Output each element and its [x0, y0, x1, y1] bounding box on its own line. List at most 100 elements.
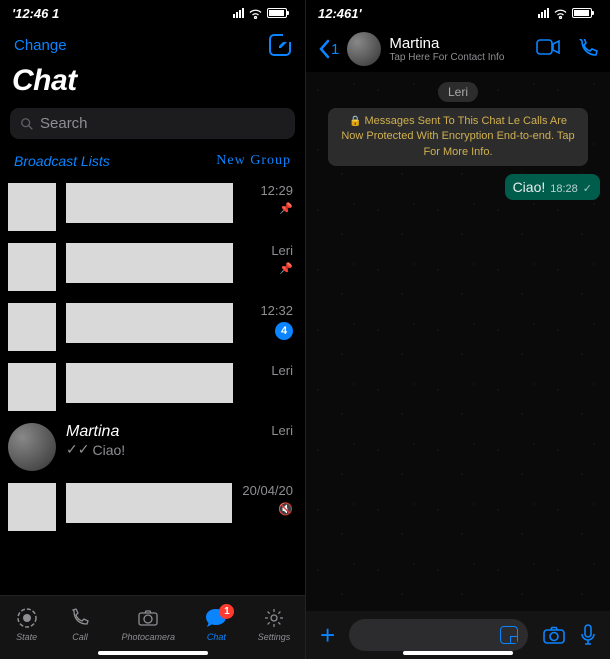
- mic-button[interactable]: [580, 624, 596, 646]
- chat-time: Leri: [271, 243, 293, 258]
- chat-list-screen: '12:46 1 Change Chat Search Broadcast Li…: [0, 0, 305, 659]
- status-time: 12:461': [318, 6, 362, 21]
- contact-name: Martina: [389, 35, 528, 52]
- date-separator: Leri: [438, 82, 478, 102]
- tab-chat[interactable]: 1 Chat: [204, 606, 228, 642]
- broadcast-lists-link[interactable]: Broadcast Lists: [14, 153, 110, 169]
- chat-time: 20/04/20: [242, 483, 293, 498]
- conversation-body[interactable]: Leri 🔒 Messages Sent To This Chat Le Cal…: [306, 72, 610, 611]
- chat-row[interactable]: Leri: [0, 357, 305, 417]
- chat-meta: 12:29 📌: [243, 183, 293, 215]
- chat-name: Martina: [66, 423, 233, 441]
- gear-icon: [262, 606, 286, 630]
- status-indicators: [538, 8, 592, 19]
- chat-row[interactable]: 20/04/20 🔇: [0, 477, 305, 537]
- search-input[interactable]: Search: [10, 108, 295, 139]
- attach-button[interactable]: +: [320, 620, 335, 651]
- tab-camera[interactable]: Photocamera: [121, 606, 175, 642]
- message-input[interactable]: [349, 619, 528, 651]
- back-button[interactable]: 1: [318, 39, 339, 59]
- video-call-icon[interactable]: [536, 39, 560, 55]
- list-header: Broadcast Lists New Group: [0, 147, 305, 177]
- checkmark-icon: ✓✓: [66, 441, 89, 458]
- search-icon: [20, 117, 34, 131]
- message-text: Ciao!: [513, 179, 546, 195]
- chat-meta: 12:32 4: [243, 303, 293, 340]
- mute-icon: 🔇: [278, 502, 293, 516]
- chat-preview-redacted: [66, 183, 233, 223]
- unread-badge: 4: [275, 322, 293, 340]
- status-indicators: [233, 8, 287, 19]
- camera-icon: [136, 606, 160, 630]
- voice-call-icon[interactable]: [578, 39, 598, 59]
- message-time: 18:28: [550, 183, 578, 195]
- home-indicator[interactable]: [403, 651, 513, 655]
- home-indicator[interactable]: [98, 651, 208, 655]
- battery-icon: [267, 8, 287, 18]
- contact-subtitle: Tap Here For Contact Info: [389, 52, 528, 63]
- chat-row[interactable]: Leri 📌: [0, 237, 305, 297]
- chat-preview-redacted: [66, 243, 233, 283]
- avatar: [8, 303, 56, 351]
- new-group-link[interactable]: New Group: [216, 153, 291, 169]
- status-time: '12:46 1: [12, 6, 59, 21]
- tab-settings[interactable]: Settings: [258, 606, 291, 642]
- search-placeholder: Search: [40, 115, 88, 132]
- back-count: 1: [331, 41, 339, 58]
- chat-badge: 1: [219, 604, 234, 619]
- conversation-screen: 12:461' 1 Martina Tap Here For Contact I…: [305, 0, 610, 659]
- camera-button[interactable]: [542, 625, 566, 645]
- chat-preview: ✓✓ Ciao!: [66, 441, 233, 458]
- tab-bar: State Call Photocamera 1 Chat Settings: [0, 595, 305, 659]
- contact-title[interactable]: Martina Tap Here For Contact Info: [389, 35, 528, 63]
- wifi-icon: [553, 8, 568, 19]
- chat-preview-redacted: [66, 363, 233, 403]
- status-bar: 12:461': [306, 0, 610, 26]
- pin-icon: 📌: [279, 262, 293, 275]
- chat-time: Leri: [271, 363, 293, 378]
- title-row: Chat: [0, 60, 305, 104]
- chat-meta: Leri: [243, 423, 293, 438]
- chat-time: 12:29: [260, 183, 293, 198]
- outgoing-message[interactable]: Ciao! 18:28 ✓: [505, 174, 600, 200]
- chat-row[interactable]: Martina ✓✓ Ciao! Leri: [0, 417, 305, 477]
- lock-icon: 🔒: [349, 116, 361, 127]
- wifi-icon: [248, 8, 263, 19]
- pin-icon: 📌: [279, 202, 293, 215]
- chat-time: Leri: [271, 423, 293, 438]
- chevron-left-icon: [318, 39, 330, 59]
- nav-bar: Change: [0, 26, 305, 60]
- edit-button[interactable]: Change: [14, 37, 67, 54]
- tab-calls[interactable]: Call: [68, 606, 92, 642]
- avatar: [8, 363, 56, 411]
- phone-icon: [68, 606, 92, 630]
- tab-status[interactable]: State: [15, 606, 39, 642]
- status-bar: '12:46 1: [0, 0, 305, 26]
- battery-icon: [572, 8, 592, 18]
- chat-preview-redacted: [66, 303, 233, 343]
- chat-icon: 1: [204, 606, 228, 630]
- avatar: [8, 483, 56, 531]
- chat-row[interactable]: 12:29 📌: [0, 177, 305, 237]
- contact-avatar[interactable]: [347, 32, 381, 66]
- chat-meta: Leri 📌: [243, 243, 293, 275]
- avatar: [8, 183, 56, 231]
- status-icon: [15, 606, 39, 630]
- page-title: Chat: [12, 64, 293, 98]
- conversation-header: 1 Martina Tap Here For Contact Info: [306, 26, 610, 72]
- checkmark-icon: ✓: [583, 182, 592, 195]
- avatar: [8, 423, 56, 471]
- encryption-notice[interactable]: 🔒 Messages Sent To This Chat Le Calls Ar…: [328, 108, 588, 166]
- signal-icon: [538, 8, 549, 18]
- chat-row[interactable]: 12:32 4: [0, 297, 305, 357]
- chat-time: 12:32: [260, 303, 293, 318]
- header-actions: [536, 39, 598, 59]
- compose-button[interactable]: [269, 34, 291, 56]
- chat-list: 12:29 📌 Leri 📌 12:32 4 Leri: [0, 177, 305, 595]
- sticker-icon[interactable]: [500, 626, 518, 644]
- avatar: [8, 243, 56, 291]
- chat-body: Martina ✓✓ Ciao!: [66, 423, 233, 458]
- chat-meta: 20/04/20 🔇: [242, 483, 293, 516]
- signal-icon: [233, 8, 244, 18]
- chat-preview-redacted: [66, 483, 232, 523]
